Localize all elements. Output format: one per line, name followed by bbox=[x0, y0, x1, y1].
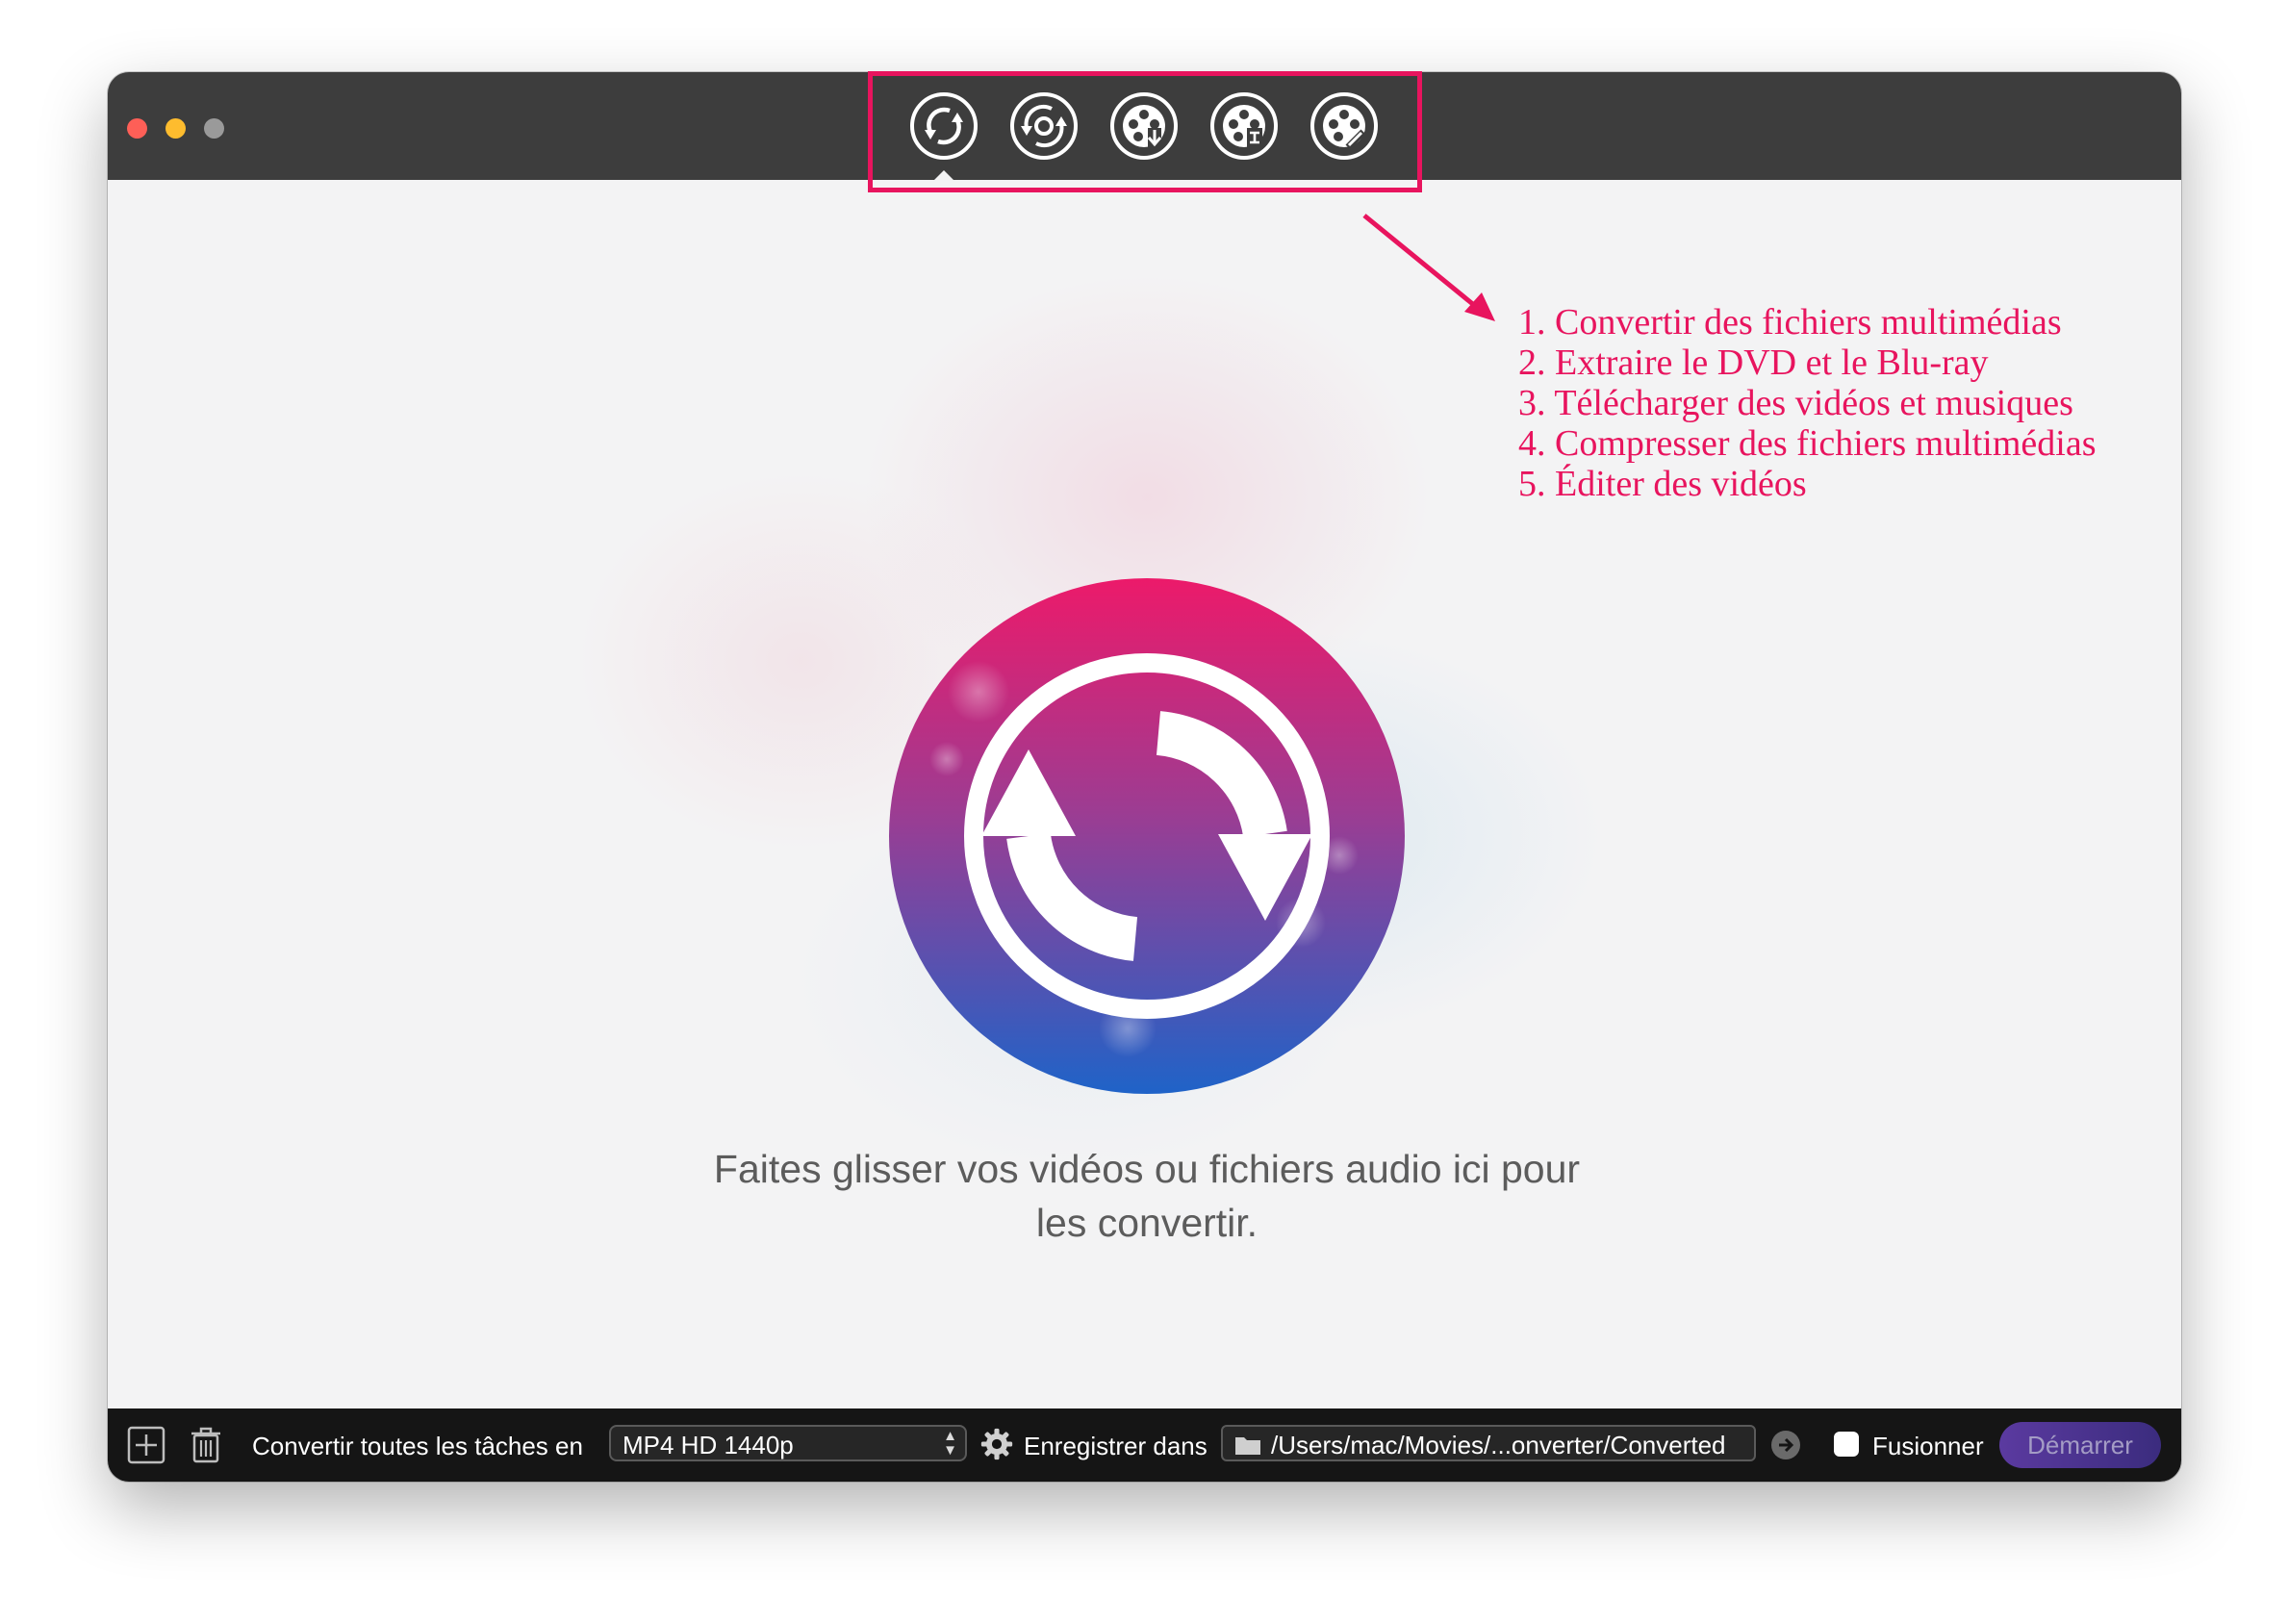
settings-button[interactable] bbox=[980, 1428, 1013, 1460]
drop-instructions: Faites glisser vos vidéos ou fichiers au… bbox=[704, 1142, 1589, 1250]
arrow-right-circle-icon bbox=[1771, 1431, 1800, 1459]
app-window: Faites glisser vos vidéos ou fichiers au… bbox=[108, 72, 2181, 1482]
delete-button[interactable] bbox=[187, 1426, 225, 1464]
output-path-value: /Users/mac/Movies/...onverter/Converted bbox=[1271, 1431, 1726, 1459]
gear-icon bbox=[980, 1428, 1013, 1460]
annotation-arrow-icon bbox=[1362, 214, 1495, 321]
annotation-item: 5. Éditer des vidéos bbox=[1518, 464, 1807, 504]
output-format-value: MP4 HD 1440p bbox=[623, 1431, 794, 1459]
save-in-label: Enregistrer dans bbox=[1024, 1432, 1208, 1460]
annotation-item: 2. Extraire le DVD et le Blu-ray bbox=[1518, 343, 1989, 383]
folder-icon bbox=[1235, 1437, 1260, 1455]
merge-label: Fusionner bbox=[1872, 1432, 1984, 1460]
output-format-select[interactable]: MP4 HD 1440p ▲ ▼ bbox=[609, 1425, 967, 1461]
start-button[interactable]: Démarrer bbox=[1999, 1422, 2161, 1468]
output-path-field[interactable]: /Users/mac/Movies/...onverter/Converted bbox=[1221, 1425, 1756, 1461]
minimize-window-button[interactable] bbox=[165, 118, 186, 139]
drop-instructions-line1: Faites glisser vos vidéos ou fichiers au… bbox=[713, 1147, 1581, 1191]
annotation-item: 1. Convertir des fichiers multimédias bbox=[1518, 302, 2062, 343]
hero-convert-icon bbox=[887, 576, 1407, 1096]
feature-annotation-list: 1. Convertir des fichiers multimédias 2.… bbox=[1518, 302, 2097, 504]
toolbar-highlight-box bbox=[868, 71, 1422, 192]
open-output-folder-button[interactable] bbox=[1769, 1429, 1802, 1461]
select-arrows-icon: ▲ ▼ bbox=[943, 1428, 957, 1459]
merge-checkbox[interactable] bbox=[1834, 1432, 1859, 1457]
convert-all-label: Convertir toutes les tâches en bbox=[252, 1432, 583, 1460]
annotation-item: 3. Télécharger des vidéos et musiques bbox=[1518, 383, 2073, 423]
close-window-button[interactable] bbox=[127, 118, 147, 139]
drop-instructions-line2: les convertir. bbox=[1035, 1201, 1258, 1245]
zoom-window-button[interactable] bbox=[204, 118, 224, 139]
add-files-button[interactable] bbox=[127, 1426, 165, 1464]
trash-icon bbox=[191, 1427, 220, 1463]
annotation-item: 4. Compresser des fichiers multimédias bbox=[1518, 423, 2097, 464]
bottom-toolbar: Convertir toutes les tâches en MP4 HD 14… bbox=[108, 1408, 2181, 1482]
plus-icon bbox=[127, 1426, 165, 1464]
